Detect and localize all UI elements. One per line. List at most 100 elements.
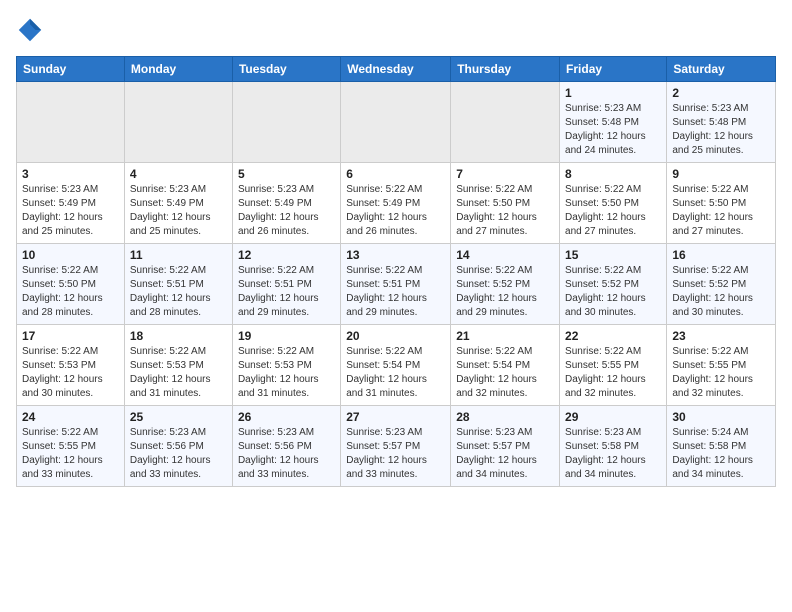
day-number: 6 [346,167,445,181]
day-number: 2 [672,86,770,100]
day-number: 21 [456,329,554,343]
calendar-cell: 28 Sunrise: 5:23 AM Sunset: 5:57 PM Dayli… [451,406,560,487]
day-info: Sunrise: 5:22 AM Sunset: 5:50 PM Dayligh… [456,183,554,239]
logo-icon [16,16,44,44]
calendar-cell: 15 Sunrise: 5:22 AM Sunset: 5:52 PM Dayli… [560,244,667,325]
week-row-4: 17 Sunrise: 5:22 AM Sunset: 5:53 PM Dayli… [17,325,776,406]
calendar-cell: 3Sunrise: 5:23 AM Sunset: 5:49 PM Daylig… [17,163,125,244]
day-info: Sunrise: 5:22 AM Sunset: 5:53 PM Dayligh… [238,345,335,401]
day-info: Sunrise: 5:22 AM Sunset: 5:54 PM Dayligh… [456,345,554,401]
calendar-cell: 24 Sunrise: 5:22 AM Sunset: 5:55 PM Dayli… [17,406,125,487]
day-header-saturday: Saturday [667,57,776,82]
day-header-tuesday: Tuesday [232,57,340,82]
day-number: 5 [238,167,335,181]
calendar-cell: 11 Sunrise: 5:22 AM Sunset: 5:51 PM Dayli… [124,244,232,325]
day-number: 12 [238,248,335,262]
calendar-cell: 16Sunrise: 5:22 AM Sunset: 5:52 PM Dayli… [667,244,776,325]
day-number: 13 [346,248,445,262]
day-number: 4 [130,167,227,181]
calendar-cell [232,82,340,163]
day-number: 9 [672,167,770,181]
day-info: Sunrise: 5:22 AM Sunset: 5:54 PM Dayligh… [346,345,445,401]
day-info: Sunrise: 5:23 AM Sunset: 5:48 PM Dayligh… [565,102,661,158]
calendar-cell [124,82,232,163]
calendar-cell: 26Sunrise: 5:23 AM Sunset: 5:56 PM Dayli… [232,406,340,487]
calendar-cell [451,82,560,163]
header-row: SundayMondayTuesdayWednesdayThursdayFrid… [17,57,776,82]
day-info: Sunrise: 5:22 AM Sunset: 5:55 PM Dayligh… [672,345,770,401]
day-number: 15 [565,248,661,262]
calendar-cell: 20 Sunrise: 5:22 AM Sunset: 5:54 PM Dayli… [341,325,451,406]
day-info: Sunrise: 5:23 AM Sunset: 5:57 PM Dayligh… [456,426,554,482]
day-info: Sunrise: 5:22 AM Sunset: 5:50 PM Dayligh… [672,183,770,239]
day-number: 20 [346,329,445,343]
calendar-cell: 12 Sunrise: 5:22 AM Sunset: 5:51 PM Dayli… [232,244,340,325]
day-number: 25 [130,410,227,424]
day-number: 10 [22,248,119,262]
day-info: Sunrise: 5:24 AM Sunset: 5:58 PM Dayligh… [672,426,770,482]
calendar-cell: 4 Sunrise: 5:23 AM Sunset: 5:49 PM Daylig… [124,163,232,244]
day-info: Sunrise: 5:22 AM Sunset: 5:53 PM Dayligh… [130,345,227,401]
day-header-sunday: Sunday [17,57,125,82]
calendar-cell: 1Sunrise: 5:23 AM Sunset: 5:48 PM Daylig… [560,82,667,163]
day-info: Sunrise: 5:22 AM Sunset: 5:49 PM Dayligh… [346,183,445,239]
calendar-cell: 14Sunrise: 5:22 AM Sunset: 5:52 PM Dayli… [451,244,560,325]
day-info: Sunrise: 5:23 AM Sunset: 5:49 PM Dayligh… [238,183,335,239]
calendar-cell: 19Sunrise: 5:22 AM Sunset: 5:53 PM Dayli… [232,325,340,406]
day-number: 27 [346,410,445,424]
calendar-cell: 18 Sunrise: 5:22 AM Sunset: 5:53 PM Dayli… [124,325,232,406]
calendar-cell: 2Sunrise: 5:23 AM Sunset: 5:48 PM Daylig… [667,82,776,163]
week-row-5: 24 Sunrise: 5:22 AM Sunset: 5:55 PM Dayli… [17,406,776,487]
day-info: Sunrise: 5:22 AM Sunset: 5:51 PM Dayligh… [346,264,445,320]
calendar-cell: 9 Sunrise: 5:22 AM Sunset: 5:50 PM Daylig… [667,163,776,244]
day-number: 17 [22,329,119,343]
day-number: 23 [672,329,770,343]
calendar-cell: 27 Sunrise: 5:23 AM Sunset: 5:57 PM Dayli… [341,406,451,487]
day-info: Sunrise: 5:23 AM Sunset: 5:49 PM Dayligh… [130,183,227,239]
day-info: Sunrise: 5:22 AM Sunset: 5:53 PM Dayligh… [22,345,119,401]
day-info: Sunrise: 5:22 AM Sunset: 5:50 PM Dayligh… [565,183,661,239]
day-number: 22 [565,329,661,343]
day-number: 24 [22,410,119,424]
day-header-wednesday: Wednesday [341,57,451,82]
calendar-cell: 25 Sunrise: 5:23 AM Sunset: 5:56 PM Dayli… [124,406,232,487]
calendar-cell: 30 Sunrise: 5:24 AM Sunset: 5:58 PM Dayli… [667,406,776,487]
day-info: Sunrise: 5:22 AM Sunset: 5:52 PM Dayligh… [565,264,661,320]
day-info: Sunrise: 5:23 AM Sunset: 5:58 PM Dayligh… [565,426,661,482]
day-number: 18 [130,329,227,343]
calendar-cell: 8 Sunrise: 5:22 AM Sunset: 5:50 PM Daylig… [560,163,667,244]
calendar-cell: 10Sunrise: 5:22 AM Sunset: 5:50 PM Dayli… [17,244,125,325]
day-info: Sunrise: 5:23 AM Sunset: 5:57 PM Dayligh… [346,426,445,482]
page-header [16,16,776,44]
calendar-cell: 21 Sunrise: 5:22 AM Sunset: 5:54 PM Dayli… [451,325,560,406]
day-info: Sunrise: 5:22 AM Sunset: 5:55 PM Dayligh… [565,345,661,401]
day-info: Sunrise: 5:22 AM Sunset: 5:51 PM Dayligh… [130,264,227,320]
day-number: 8 [565,167,661,181]
day-number: 11 [130,248,227,262]
day-info: Sunrise: 5:22 AM Sunset: 5:55 PM Dayligh… [22,426,119,482]
day-info: Sunrise: 5:22 AM Sunset: 5:51 PM Dayligh… [238,264,335,320]
logo [16,16,48,44]
calendar-table: SundayMondayTuesdayWednesdayThursdayFrid… [16,56,776,487]
week-row-2: 3 Sunrise: 5:23 AM Sunset: 5:49 PM Daylig… [17,163,776,244]
day-info: Sunrise: 5:23 AM Sunset: 5:56 PM Dayligh… [130,426,227,482]
day-header-monday: Monday [124,57,232,82]
calendar-cell [341,82,451,163]
calendar-cell: 13 Sunrise: 5:22 AM Sunset: 5:51 PM Dayli… [341,244,451,325]
day-number: 26 [238,410,335,424]
calendar-header: SundayMondayTuesdayWednesdayThursdayFrid… [17,57,776,82]
calendar-body: 1Sunrise: 5:23 AM Sunset: 5:48 PM Daylig… [17,82,776,487]
day-header-thursday: Thursday [451,57,560,82]
week-row-1: 1Sunrise: 5:23 AM Sunset: 5:48 PM Daylig… [17,82,776,163]
calendar-cell: 22 Sunrise: 5:22 AM Sunset: 5:55 PM Dayli… [560,325,667,406]
day-number: 14 [456,248,554,262]
day-number: 29 [565,410,661,424]
day-number: 3 [22,167,119,181]
calendar-cell: 5 Sunrise: 5:23 AM Sunset: 5:49 PM Daylig… [232,163,340,244]
day-number: 16 [672,248,770,262]
calendar-cell: 23 Sunrise: 5:22 AM Sunset: 5:55 PM Dayli… [667,325,776,406]
day-number: 28 [456,410,554,424]
day-number: 7 [456,167,554,181]
calendar-cell: 17 Sunrise: 5:22 AM Sunset: 5:53 PM Dayli… [17,325,125,406]
day-number: 30 [672,410,770,424]
